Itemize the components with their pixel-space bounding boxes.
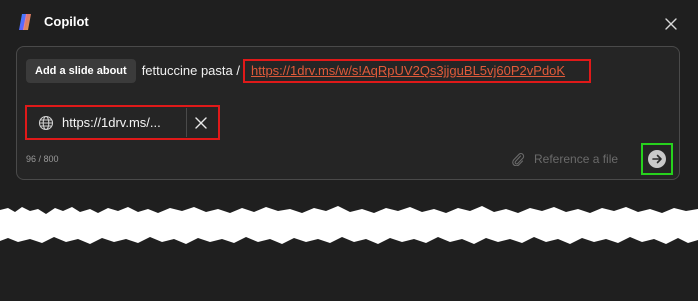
send-button[interactable] [648,150,666,168]
close-icon[interactable] [660,13,682,35]
attachment-highlight: https://1drv.ms/... [25,105,220,140]
character-counter: 96 / 800 [26,154,59,164]
prompt-text: fettuccine pasta / [141,63,240,78]
torn-edge-divider [0,206,698,244]
attachment-chip: https://1drv.ms/... [28,108,217,137]
paperclip-icon [512,153,525,166]
globe-icon [38,115,54,130]
copilot-logo-icon [19,14,31,30]
prompt-line: Add a slide about fettuccine pasta / [26,58,240,84]
close-icon [195,116,207,129]
prompt-composer[interactable]: Add a slide about fettuccine pasta / htt… [16,46,680,180]
copilot-panel: Copilot Add a slide about fettuccine pas… [0,0,698,301]
panel-title: Copilot [44,14,89,29]
prompt-action-chip[interactable]: Add a slide about [26,59,136,83]
panel-header: Copilot [0,0,698,46]
reference-file-button[interactable]: Reference a file [511,151,618,167]
url-highlight: https://1drv.ms/w/s!AqRpUV2Qs3jjguBL5vj6… [243,59,591,83]
arrow-right-icon [652,154,662,164]
send-highlight [641,143,673,175]
attachment-label: https://1drv.ms/... [62,115,161,130]
reference-file-label: Reference a file [534,152,619,166]
onedrive-link[interactable]: https://1drv.ms/w/s!AqRpUV2Qs3jjguBL5vj6… [251,61,565,81]
remove-attachment-button[interactable] [187,108,215,137]
